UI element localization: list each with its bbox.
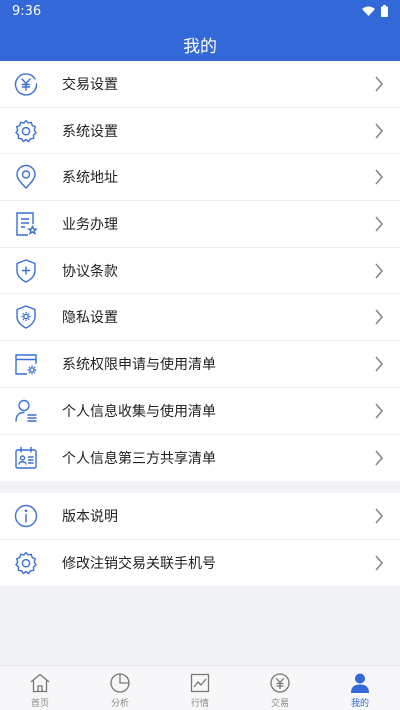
bottom-tab-bar: 首页 分析 行情 交易 我的: [0, 665, 400, 710]
menu-item-business-handling[interactable]: 业务办理: [0, 201, 400, 248]
chevron-right-icon: [374, 123, 384, 139]
chevron-right-icon: [374, 356, 384, 372]
line-chart-icon: [189, 672, 211, 694]
chevron-right-icon: [374, 169, 384, 185]
yen-circle-icon: [13, 71, 39, 97]
menu-item-label: 个人信息第三方共享清单: [62, 450, 216, 467]
user-list-icon: [13, 398, 39, 424]
chevron-right-icon: [374, 263, 384, 279]
yen-circle-icon: [269, 672, 291, 694]
status-icons: [362, 5, 388, 17]
settings-menu-group-1: 交易设置 系统设置 系统地址 业务办理 协议条款 隐私设置 系统权限申请与使用清…: [0, 61, 400, 482]
home-icon: [29, 672, 51, 694]
menu-item-label: 系统设置: [62, 123, 118, 140]
tab-home[interactable]: 首页: [0, 666, 80, 710]
menu-item-version-info[interactable]: 版本说明: [0, 493, 400, 540]
info-icon: [13, 503, 39, 529]
tab-label: 我的: [350, 699, 369, 709]
calendar-card-icon: [13, 445, 39, 471]
page-title: 我的: [183, 37, 217, 57]
menu-item-label: 隐私设置: [62, 310, 118, 327]
menu-item-label: 系统地址: [62, 170, 118, 187]
shield-plus-icon: [13, 258, 39, 284]
menu-item-label: 修改注销交易关联手机号: [62, 556, 216, 573]
document-star-icon: [13, 211, 39, 237]
menu-item-trade-settings[interactable]: 交易设置: [0, 61, 400, 108]
menu-item-system-settings[interactable]: 系统设置: [0, 108, 400, 155]
settings-menu-group-2: 版本说明 修改注销交易关联手机号: [0, 493, 400, 587]
chevron-right-icon: [374, 76, 384, 92]
tab-label: 首页: [30, 699, 49, 709]
user-icon: [349, 672, 371, 694]
gear-icon: [13, 118, 39, 144]
tab-market[interactable]: 行情: [160, 666, 240, 710]
chevron-right-icon: [374, 309, 384, 325]
window-gear-icon: [13, 351, 39, 377]
pie-chart-icon: [109, 672, 131, 694]
chevron-right-icon: [374, 508, 384, 524]
menu-item-label: 业务办理: [62, 216, 118, 233]
menu-item-label: 系统权限申请与使用清单: [62, 356, 216, 373]
tab-label: 行情: [190, 699, 209, 709]
menu-item-third-party-sharing-list[interactable]: 个人信息第三方共享清单: [0, 435, 400, 482]
tab-analysis[interactable]: 分析: [80, 666, 160, 710]
chevron-right-icon: [374, 216, 384, 232]
menu-item-label: 协议条款: [62, 263, 118, 280]
menu-item-permission-list[interactable]: 系统权限申请与使用清单: [0, 341, 400, 388]
app-header: 9:36 我的: [0, 0, 400, 61]
shield-gear-icon: [13, 304, 39, 330]
menu-item-label: 个人信息收集与使用清单: [62, 403, 216, 420]
chevron-right-icon: [374, 450, 384, 466]
menu-item-system-address[interactable]: 系统地址: [0, 154, 400, 202]
location-pin-icon: [13, 164, 39, 190]
menu-item-privacy-settings[interactable]: 隐私设置: [0, 294, 400, 342]
chevron-right-icon: [374, 403, 384, 419]
status-time: 9:36: [12, 4, 42, 19]
battery-icon: [381, 5, 388, 17]
wifi-icon: [362, 6, 375, 16]
gear-icon: [13, 550, 39, 576]
menu-item-label: 交易设置: [62, 76, 118, 93]
tab-label: 分析: [110, 699, 129, 709]
tab-trade[interactable]: 交易: [240, 666, 320, 710]
tab-mine[interactable]: 我的: [320, 666, 400, 710]
tab-label: 交易: [270, 699, 289, 709]
menu-item-info-collection-list[interactable]: 个人信息收集与使用清单: [0, 388, 400, 435]
menu-item-agreement-terms[interactable]: 协议条款: [0, 248, 400, 295]
menu-item-label: 版本说明: [62, 508, 118, 525]
chevron-right-icon: [374, 555, 384, 571]
menu-item-change-phone[interactable]: 修改注销交易关联手机号: [0, 540, 400, 587]
